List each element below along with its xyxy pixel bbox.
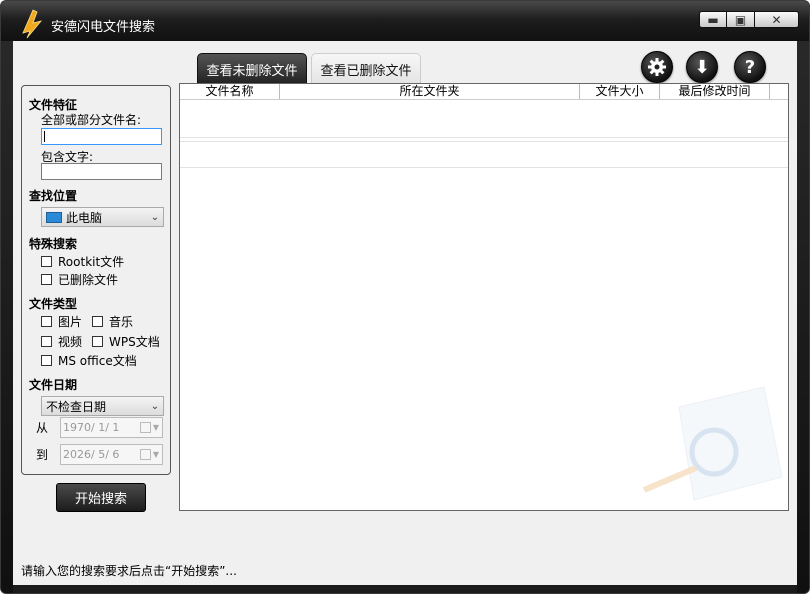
checkbox-box[interactable] (92, 336, 103, 347)
help-button[interactable]: ? (734, 51, 766, 83)
calendar-icon (139, 449, 151, 460)
type-wps-checkbox[interactable]: WPS文档 (92, 333, 160, 350)
type-video-checkbox[interactable]: 视频 (41, 333, 82, 350)
gear-icon (648, 58, 666, 76)
status-bar-text: 请输入您的搜索要求后点击“开始搜索”... (21, 564, 237, 578)
date-to-label: 到 (36, 448, 49, 462)
checkbox-label: Rootkit文件 (58, 255, 125, 269)
window-frame-left (1, 1, 13, 593)
column-header-size[interactable]: 文件大小 (580, 84, 660, 99)
maximize-button[interactable]: ▣ (727, 11, 755, 28)
column-header-modified[interactable]: 最后修改时间 (660, 84, 770, 99)
search-criteria-panel: 文件特征 全部或部分文件名: 包含文字: 查找位置 此电脑 ⌄ 特殊搜索 Roo… (21, 85, 171, 475)
checkbox-label: 图片 (58, 315, 83, 329)
tab-deleted-files[interactable]: 查看已删除文件 (311, 53, 421, 85)
checkbox-label: 音乐 (109, 315, 134, 329)
date-from-label: 从 (36, 421, 49, 435)
app-window: 安德闪电文件搜索 ▬ ▣ ✕ 查看未删除文件 查看已删除文件 ⬇ ? 文件特征 … (0, 0, 810, 594)
checkbox-box[interactable] (92, 316, 103, 327)
computer-icon (46, 211, 62, 223)
title-bar[interactable]: 安德闪电文件搜索 ▬ ▣ ✕ (1, 1, 809, 41)
close-button[interactable]: ✕ (755, 11, 799, 28)
magnifier-document-icon (642, 386, 783, 501)
filename-label: 全部或部分文件名: (41, 113, 142, 127)
tab-undeleted-files[interactable]: 查看未删除文件 (197, 53, 307, 85)
contains-text-input[interactable] (41, 163, 162, 180)
checkbox-box[interactable] (41, 274, 52, 285)
column-header-folder[interactable]: 所在文件夹 (280, 84, 580, 99)
chevron-down-icon: ▼ (152, 450, 159, 459)
checkbox-label: MS office文档 (58, 354, 137, 368)
checkbox-box[interactable] (41, 256, 52, 267)
help-icon: ? (744, 56, 756, 78)
row-divider (180, 167, 788, 168)
chevron-down-icon: ▼ (152, 423, 159, 432)
deleted-files-checkbox[interactable]: 已删除文件 (41, 271, 118, 288)
window-controls: ▬ ▣ ✕ (699, 11, 799, 28)
results-header: 文件名称 所在文件夹 文件大小 最后修改时间 (180, 84, 788, 100)
location-heading: 查找位置 (29, 189, 78, 203)
type-image-checkbox[interactable]: 图片 (41, 313, 82, 330)
location-value: 此电脑 (66, 210, 103, 225)
file-date-heading: 文件日期 (29, 378, 78, 392)
row-divider (180, 137, 788, 138)
filename-input[interactable] (41, 128, 162, 145)
chevron-down-icon: ⌄ (150, 211, 160, 223)
date-to-picker[interactable]: 2026/ 5/ 6 ▼ (60, 444, 163, 465)
minimize-button[interactable]: ▬ (699, 11, 727, 28)
date-from-row: 从 1970/ 1/ 1 ▼ (36, 417, 163, 438)
download-button[interactable]: ⬇ (686, 51, 718, 83)
type-msoffice-checkbox[interactable]: MS office文档 (41, 352, 137, 369)
chevron-down-icon: ⌄ (150, 400, 160, 412)
row-divider (180, 141, 788, 142)
type-music-checkbox[interactable]: 音乐 (92, 313, 133, 330)
text-caret (44, 131, 45, 142)
checkbox-box[interactable] (41, 336, 52, 347)
checkbox-label: 视频 (58, 335, 83, 349)
results-list[interactable]: 文件名称 所在文件夹 文件大小 最后修改时间 (179, 83, 789, 511)
start-search-button[interactable]: 开始搜索 (56, 483, 146, 512)
date-from-picker[interactable]: 1970/ 1/ 1 ▼ (60, 417, 163, 438)
window-frame-right (797, 1, 809, 593)
rootkit-checkbox[interactable]: Rootkit文件 (41, 253, 124, 270)
column-header-filename[interactable]: 文件名称 (180, 84, 280, 99)
date-to-value: 2026/ 5/ 6 (63, 448, 120, 461)
client-area: 查看未删除文件 查看已删除文件 ⬇ ? 文件特征 全部或部分文件名: 包含文字:… (13, 41, 797, 585)
checkbox-label: 已删除文件 (58, 273, 119, 287)
date-mode-value: 不检查日期 (46, 399, 107, 414)
checkbox-box[interactable] (41, 316, 52, 327)
date-from-value: 1970/ 1/ 1 (63, 421, 120, 434)
download-icon: ⬇ (694, 56, 710, 78)
date-mode-select[interactable]: 不检查日期 ⌄ (41, 396, 164, 416)
location-select[interactable]: 此电脑 ⌄ (41, 207, 164, 227)
date-to-row: 到 2026/ 5/ 6 ▼ (36, 444, 163, 465)
window-title: 安德闪电文件搜索 (51, 20, 156, 35)
lightning-logo-icon (22, 9, 43, 39)
special-search-heading: 特殊搜索 (29, 237, 78, 251)
checkbox-box[interactable] (41, 355, 52, 366)
file-types-heading: 文件类型 (29, 297, 78, 311)
settings-button[interactable] (641, 51, 673, 83)
calendar-icon (139, 422, 151, 433)
checkbox-label: WPS文档 (109, 335, 160, 349)
